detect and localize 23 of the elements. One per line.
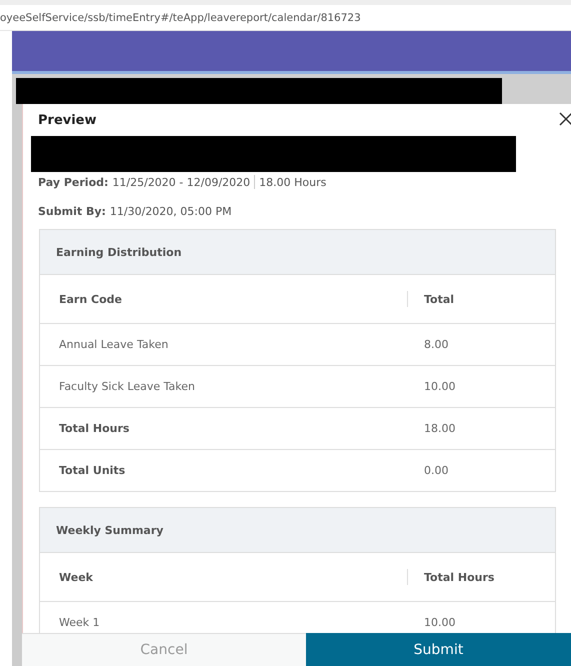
table-cell-text: Total Hours bbox=[59, 422, 130, 435]
submit-button[interactable]: Submit bbox=[306, 633, 571, 666]
table-cell-text: 10.00 bbox=[423, 615, 456, 631]
column-header: Total Hours bbox=[407, 569, 555, 585]
table-cell-text: 10.00 bbox=[423, 379, 456, 395]
address-url[interactable]: oyeeSelfService/ssb/timeEntry#/teApp/leavereport/calendar/816723 bbox=[0, 12, 361, 24]
column-header: Week bbox=[59, 570, 94, 584]
column-header: Total bbox=[407, 291, 555, 307]
pay-period-text: Pay Period: 11/25/2020 - 12/09/2020 bbox=[38, 176, 250, 188]
dialog-title: Preview bbox=[38, 112, 97, 128]
table-cell-text: Week 1 bbox=[59, 616, 101, 629]
table-cell-text: Total Units bbox=[59, 464, 126, 477]
close-icon[interactable] bbox=[559, 112, 571, 126]
submit-by-text: Submit By: 11/30/2020, 05:00 PM bbox=[38, 204, 232, 218]
hours-text: 18.00 Hours bbox=[259, 176, 326, 188]
section-title: Weekly Summary bbox=[56, 524, 164, 536]
table-cell-text: 8.00 bbox=[423, 337, 450, 353]
column-header: Earn Code bbox=[59, 292, 123, 306]
table-cell-text: 18.00 bbox=[423, 421, 456, 437]
table-cell-text: 0.00 bbox=[423, 463, 450, 479]
section-title: Earning Distribution bbox=[56, 246, 182, 258]
table-cell-text: Annual Leave Taken bbox=[59, 338, 170, 351]
table-cell-text: Faculty Sick Leave Taken bbox=[59, 380, 196, 393]
